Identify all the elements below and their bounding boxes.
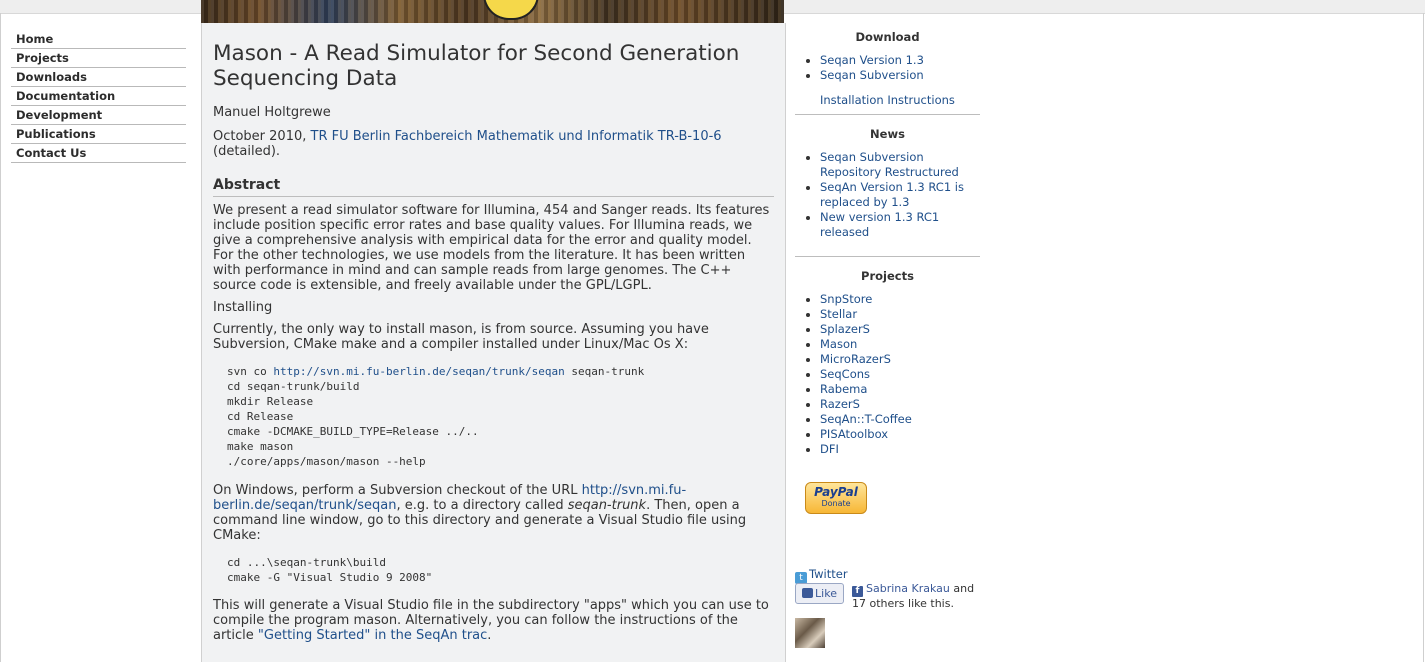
project-pisatoolbox-link[interactable]: PISAtoolbox (820, 427, 888, 441)
paypal-donate-label: Donate (821, 499, 851, 508)
paypal-donate-button[interactable]: PayPal Donate (805, 482, 867, 514)
news-heading: News (870, 127, 905, 141)
right-sidebar: Download Seqan Version 1.3 Seqan Subvers… (795, 30, 980, 648)
list-item: New version 1.3 RC1 released (795, 210, 980, 240)
window-right-edge (1423, 13, 1424, 662)
vs-suffix: . (487, 628, 492, 643)
article: Mason - A Read Simulator for Second Gene… (213, 23, 774, 643)
list-item: MicroRazerS (795, 352, 980, 367)
nav-item-home[interactable]: Home (11, 30, 186, 49)
windows-dir: seqan-trunk (567, 498, 647, 513)
facebook-friend-link[interactable]: Sabrina Krakau (866, 582, 950, 595)
list-item: Seqan Version 1.3 (795, 53, 980, 68)
list-item: SplazerS (795, 322, 980, 337)
facebook-icon: f (852, 586, 863, 597)
list-item: Rabema (795, 382, 980, 397)
windows-prefix: On Windows, perform a Subversion checkou… (213, 483, 582, 498)
project-dfi-link[interactable]: DFI (820, 442, 839, 456)
main-navigation: Home Projects Downloads Documentation De… (11, 30, 186, 163)
author-name: Manuel Holtgrewe (213, 105, 331, 120)
list-item: RazerS (795, 397, 980, 412)
tech-report-link[interactable]: TR FU Berlin Fachbereich Mathematik und … (311, 129, 722, 144)
getting-started-link[interactable]: "Getting Started" in the SeqAn trac (258, 628, 487, 643)
list-item: PISAtoolbox (795, 427, 980, 442)
facebook-social-text: f Sabrina Krakau and 17 others like this. (852, 582, 977, 611)
publication-info: October 2010, TR FU Berlin Fachbereich M… (213, 129, 774, 159)
list-item: Stellar (795, 307, 980, 322)
install-code-unix: svn co http://svn.mi.fu-berlin.de/seqan/… (227, 364, 774, 469)
paypal-logo: PayPal (814, 485, 858, 499)
windows-mid: , e.g. to a directory called (396, 498, 568, 513)
projects-list: SnpStore Stellar SplazerS Mason MicroRaz… (795, 292, 980, 457)
list-item: SnpStore (795, 292, 980, 307)
nav-item-publications[interactable]: Publications (11, 125, 186, 144)
visual-studio-instructions: This will generate a Visual Studio file … (213, 598, 774, 643)
nav-item-downloads[interactable]: Downloads (11, 68, 186, 87)
project-snpstore-link[interactable]: SnpStore (820, 292, 872, 306)
publication-date: October 2010, (213, 129, 307, 144)
project-razers-link[interactable]: RazerS (820, 397, 860, 411)
project-splazers-link[interactable]: SplazerS (820, 322, 870, 336)
project-tcoffee-link[interactable]: SeqAn::T-Coffee (820, 412, 912, 426)
download-seqan-1-3-link[interactable]: Seqan Version 1.3 (820, 53, 924, 67)
facebook-like-button[interactable]: Like (795, 583, 844, 604)
nav-item-documentation[interactable]: Documentation (11, 87, 186, 106)
project-mason-link[interactable]: Mason (820, 337, 857, 351)
project-stellar-link[interactable]: Stellar (820, 307, 857, 321)
list-item: Mason (795, 337, 980, 352)
code-build-steps: cd seqan-trunk/build mkdir Release cd Re… (227, 380, 479, 468)
news-item-link[interactable]: Seqan Subversion Repository Restructured (820, 150, 959, 179)
list-item: DFI (795, 442, 980, 457)
installation-instructions-link[interactable]: Installation Instructions (820, 93, 955, 107)
svn-url-link[interactable]: http://svn.mi.fu-berlin.de/seqan/trunk/s… (273, 365, 564, 378)
sidebar-divider (795, 114, 980, 115)
abstract-heading: Abstract (213, 177, 774, 197)
code-svn-prefix: svn co (227, 365, 274, 378)
nav-item-development[interactable]: Development (11, 106, 186, 125)
list-item: Seqan Subversion (795, 68, 980, 83)
projects-heading: Projects (861, 269, 914, 283)
avatar[interactable] (795, 618, 825, 648)
sidebar-divider (795, 256, 980, 257)
header-banner-image (201, 0, 784, 23)
thumbs-up-icon (802, 588, 814, 598)
page-title: Mason - A Read Simulator for Second Gene… (213, 41, 740, 91)
abstract-text: We present a read simulator software for… (213, 203, 770, 293)
nav-item-contact-us[interactable]: Contact Us (11, 144, 186, 163)
download-heading: Download (855, 30, 920, 44)
install-code-windows: cd ...\seqan-trunk\build cmake -G "Visua… (227, 556, 433, 584)
project-rabema-link[interactable]: Rabema (820, 382, 867, 396)
list-item: Seqan Subversion Repository Restructured (795, 150, 980, 180)
news-list: Seqan Subversion Repository Restructured… (795, 150, 980, 240)
list-item: SeqAn::T-Coffee (795, 412, 980, 427)
news-item-link[interactable]: SeqAn Version 1.3 RC1 is replaced by 1.3 (820, 180, 964, 209)
project-seqcons-link[interactable]: SeqCons (820, 367, 870, 381)
installing-label: Installing (213, 300, 273, 315)
installation-instructions: Installation Instructions (795, 93, 980, 108)
project-microrazers-link[interactable]: MicroRazerS (820, 352, 891, 366)
main-content: Mason - A Read Simulator for Second Gene… (201, 23, 786, 662)
install-intro: Currently, the only way to install mason… (213, 322, 709, 352)
window-left-edge (0, 13, 1, 662)
publication-detail: (detailed). (213, 144, 281, 159)
nav-item-projects[interactable]: Projects (11, 49, 186, 68)
list-item: SeqCons (795, 367, 980, 382)
code-svn-suffix: seqan-trunk (564, 365, 645, 378)
twitter-widget: t Twitter (795, 567, 848, 584)
download-list: Seqan Version 1.3 Seqan Subversion (795, 53, 980, 83)
like-label: Like (815, 587, 837, 600)
download-seqan-subversion-link[interactable]: Seqan Subversion (820, 68, 924, 82)
news-item-link[interactable]: New version 1.3 RC1 released (820, 210, 939, 239)
list-item: SeqAn Version 1.3 RC1 is replaced by 1.3 (795, 180, 980, 210)
twitter-link[interactable]: Twitter (809, 567, 848, 581)
windows-instructions: On Windows, perform a Subversion checkou… (213, 483, 774, 543)
